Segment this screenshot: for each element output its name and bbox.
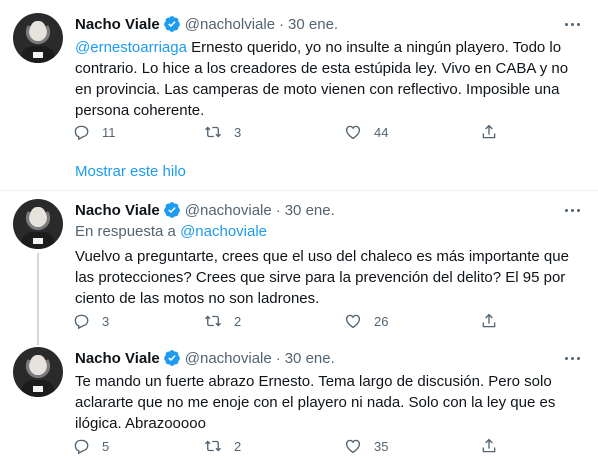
separator-dot: · <box>279 15 285 33</box>
more-options-icon[interactable] <box>562 14 582 34</box>
separator-dot: · <box>275 349 281 367</box>
share-button[interactable] <box>480 311 498 331</box>
tweet-actions: 5 2 35 <box>72 436 496 456</box>
tweet-text: @ernestoarriaga Ernesto querido, yo no i… <box>75 37 585 121</box>
heart-icon <box>345 439 361 454</box>
reply-button[interactable]: 3 <box>72 311 109 331</box>
share-icon <box>482 313 496 328</box>
share-icon <box>482 438 496 453</box>
reply-count: 11 <box>102 124 116 140</box>
retweet-icon <box>205 440 221 452</box>
replying-to: En respuesta a @nachoviale <box>75 223 267 240</box>
retweet-icon <box>205 315 221 327</box>
like-count: 35 <box>374 438 389 454</box>
author-name[interactable]: Nacho Viale <box>75 16 160 33</box>
author-handle[interactable]: @nachoviale <box>185 202 272 219</box>
heart-icon <box>345 125 361 140</box>
author-name[interactable]: Nacho Viale <box>75 202 160 219</box>
more-options-icon[interactable] <box>562 200 582 220</box>
retweet-button[interactable]: 2 <box>204 436 241 456</box>
like-count: 26 <box>374 313 389 329</box>
share-button[interactable] <box>480 436 498 456</box>
retweet-icon <box>205 126 221 138</box>
reply-count: 3 <box>102 313 110 329</box>
mention-link[interactable]: @ernestoarriaga <box>75 39 187 56</box>
author-name[interactable]: Nacho Viale <box>75 350 160 367</box>
like-button[interactable]: 26 <box>344 311 388 331</box>
heart-icon <box>345 314 361 329</box>
thread-connector <box>37 253 39 345</box>
tweet-header: Nacho Viale @nachoviale · 30 ene. <box>75 348 335 368</box>
tweet-text-content: Vuelvo a preguntarte, crees que el uso d… <box>75 248 569 307</box>
retweet-count: 2 <box>234 313 242 329</box>
avatar[interactable] <box>13 347 63 397</box>
replying-to-label: En respuesta a <box>75 223 181 240</box>
tweet[interactable]: Nacho Viale @nacholviale · 30 ene. @erne… <box>0 0 598 150</box>
more-options-icon[interactable] <box>562 348 582 368</box>
reply-button[interactable]: 11 <box>72 122 116 142</box>
reply-icon <box>74 314 89 330</box>
like-button[interactable]: 35 <box>344 436 388 456</box>
tweet-date[interactable]: 30 ene. <box>285 350 335 367</box>
tweet-header: Nacho Viale @nachoviale · 30 ene. <box>75 200 335 220</box>
tweet-date[interactable]: 30 ene. <box>285 202 335 219</box>
tweet[interactable]: Nacho Viale @nachoviale · 30 ene. Te man… <box>0 345 598 472</box>
tweet-header: Nacho Viale @nacholviale · 30 ene. <box>75 14 338 34</box>
retweet-count: 2 <box>234 438 242 454</box>
share-icon <box>482 124 496 139</box>
avatar[interactable] <box>13 13 63 63</box>
share-button[interactable] <box>480 122 498 142</box>
author-handle[interactable]: @nachoviale <box>185 350 272 367</box>
verified-badge-icon <box>163 350 180 366</box>
reply-count: 5 <box>102 438 110 454</box>
tweet-text-content: Te mando un fuerte abrazo Ernesto. Tema … <box>75 373 556 432</box>
verified-badge-icon <box>163 202 180 218</box>
retweet-button[interactable]: 3 <box>204 122 241 142</box>
tweet[interactable]: Nacho Viale @nachoviale · 30 ene. En res… <box>0 191 598 345</box>
retweet-count: 3 <box>234 124 242 140</box>
retweet-button[interactable]: 2 <box>204 311 241 331</box>
separator-dot: · <box>275 201 281 219</box>
tweet-date[interactable]: 30 ene. <box>288 16 338 33</box>
author-handle[interactable]: @nacholviale <box>185 16 275 33</box>
like-button[interactable]: 44 <box>344 122 388 142</box>
reply-icon <box>74 439 89 455</box>
tweet-text: Te mando un fuerte abrazo Ernesto. Tema … <box>75 371 585 434</box>
verified-badge-icon <box>163 16 180 32</box>
like-count: 44 <box>374 124 389 140</box>
tweet-text: Vuelvo a preguntarte, crees que el uso d… <box>75 246 585 309</box>
tweet-actions: 11 3 44 <box>72 122 496 142</box>
show-thread-link[interactable]: Mostrar este hilo <box>75 163 186 180</box>
replying-to-handle[interactable]: @nachoviale <box>180 223 267 240</box>
avatar[interactable] <box>13 199 63 249</box>
reply-icon <box>74 125 89 141</box>
tweet-actions: 3 2 26 <box>72 311 496 331</box>
reply-button[interactable]: 5 <box>72 436 109 456</box>
